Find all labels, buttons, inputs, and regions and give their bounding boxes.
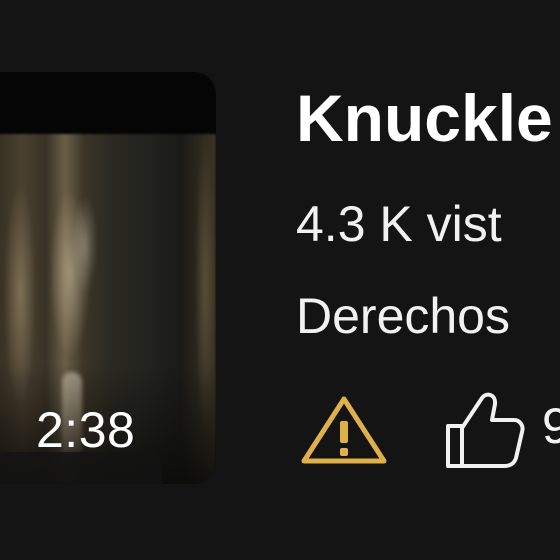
channel-name[interactable]: Derechos xyxy=(296,284,510,348)
warning-triangle-icon[interactable] xyxy=(300,393,388,465)
video-list-item[interactable]: 2:38 Knuckle 4.3 K vist Derechos 9 xyxy=(0,0,560,560)
view-count: 4.3 K vist xyxy=(296,196,502,252)
video-title[interactable]: Knuckle xyxy=(296,78,553,158)
duration-text: 2:38 xyxy=(36,402,136,458)
thumbs-up-icon[interactable] xyxy=(442,390,526,470)
like-count: 9 xyxy=(542,398,560,454)
